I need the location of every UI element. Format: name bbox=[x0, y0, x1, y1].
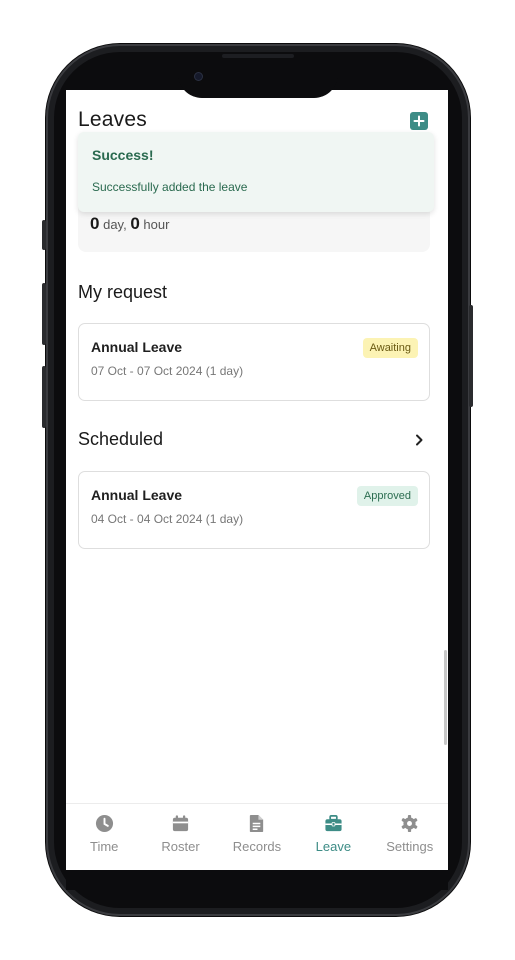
gear-icon bbox=[401, 814, 418, 833]
volume-down-button bbox=[42, 366, 46, 428]
status-badge-awaiting: Awaiting bbox=[362, 338, 418, 358]
tab-label: Records bbox=[232, 839, 282, 854]
leave-dates: 07 Oct - 07 Oct 2024 (1 day) bbox=[91, 364, 244, 378]
plus-icon bbox=[413, 115, 425, 127]
scheduled-heading: Scheduled bbox=[78, 429, 164, 449]
tab-records[interactable]: Records bbox=[222, 804, 292, 869]
power-button bbox=[469, 305, 473, 407]
leave-request-card[interactable]: Annual Leave 07 Oct - 07 Oct 2024 (1 day… bbox=[78, 323, 430, 401]
leave-type: Annual Leave bbox=[91, 487, 183, 503]
front-camera bbox=[195, 73, 202, 80]
status-badge-approved: Approved bbox=[356, 486, 418, 506]
silent-switch bbox=[42, 220, 46, 250]
balance-hours: 0 bbox=[130, 214, 140, 233]
scrollbar[interactable] bbox=[444, 650, 447, 745]
calendar-icon bbox=[172, 815, 189, 832]
leave-type: Annual Leave bbox=[91, 339, 183, 355]
tab-settings[interactable]: Settings bbox=[375, 804, 445, 869]
app-screen: Leaves 0 day, 0 hour Success! Successful… bbox=[66, 90, 448, 870]
page-title: Leaves bbox=[78, 108, 147, 131]
tab-label: Roster bbox=[161, 839, 200, 854]
my-request-heading: My request bbox=[78, 282, 168, 302]
balance-days: 0 bbox=[90, 214, 100, 233]
tab-label: Settings bbox=[386, 839, 434, 854]
success-toast[interactable]: Success! Successfully added the leave bbox=[78, 132, 434, 212]
clock-icon bbox=[95, 814, 113, 833]
tab-leave[interactable]: Leave bbox=[298, 804, 368, 869]
toast-title: Success! bbox=[92, 147, 154, 163]
balance-day-unit: day, bbox=[103, 217, 127, 232]
leave-dates: 04 Oct - 04 Oct 2024 (1 day) bbox=[91, 512, 244, 526]
volume-up-button bbox=[42, 283, 46, 345]
scheduled-leave-card[interactable]: Annual Leave 04 Oct - 04 Oct 2024 (1 day… bbox=[78, 471, 430, 549]
bottom-tab-bar: Time Roster Records Leave Settings bbox=[66, 803, 448, 869]
tab-roster[interactable]: Roster bbox=[146, 804, 216, 869]
add-leave-button[interactable] bbox=[410, 112, 428, 130]
toast-message: Successfully added the leave bbox=[92, 180, 248, 194]
chevron-right-icon[interactable] bbox=[414, 434, 424, 446]
tab-time[interactable]: Time bbox=[69, 804, 139, 869]
tab-label: Leave bbox=[315, 839, 352, 854]
document-icon bbox=[250, 814, 264, 833]
tab-label: Time bbox=[89, 839, 119, 854]
notch bbox=[178, 52, 338, 98]
leave-balance: 0 day, 0 hour bbox=[90, 214, 169, 234]
home-indicator-area bbox=[66, 870, 448, 890]
speaker-grille bbox=[222, 54, 294, 58]
balance-hour-unit: hour bbox=[143, 217, 170, 232]
briefcase-icon bbox=[325, 815, 342, 832]
